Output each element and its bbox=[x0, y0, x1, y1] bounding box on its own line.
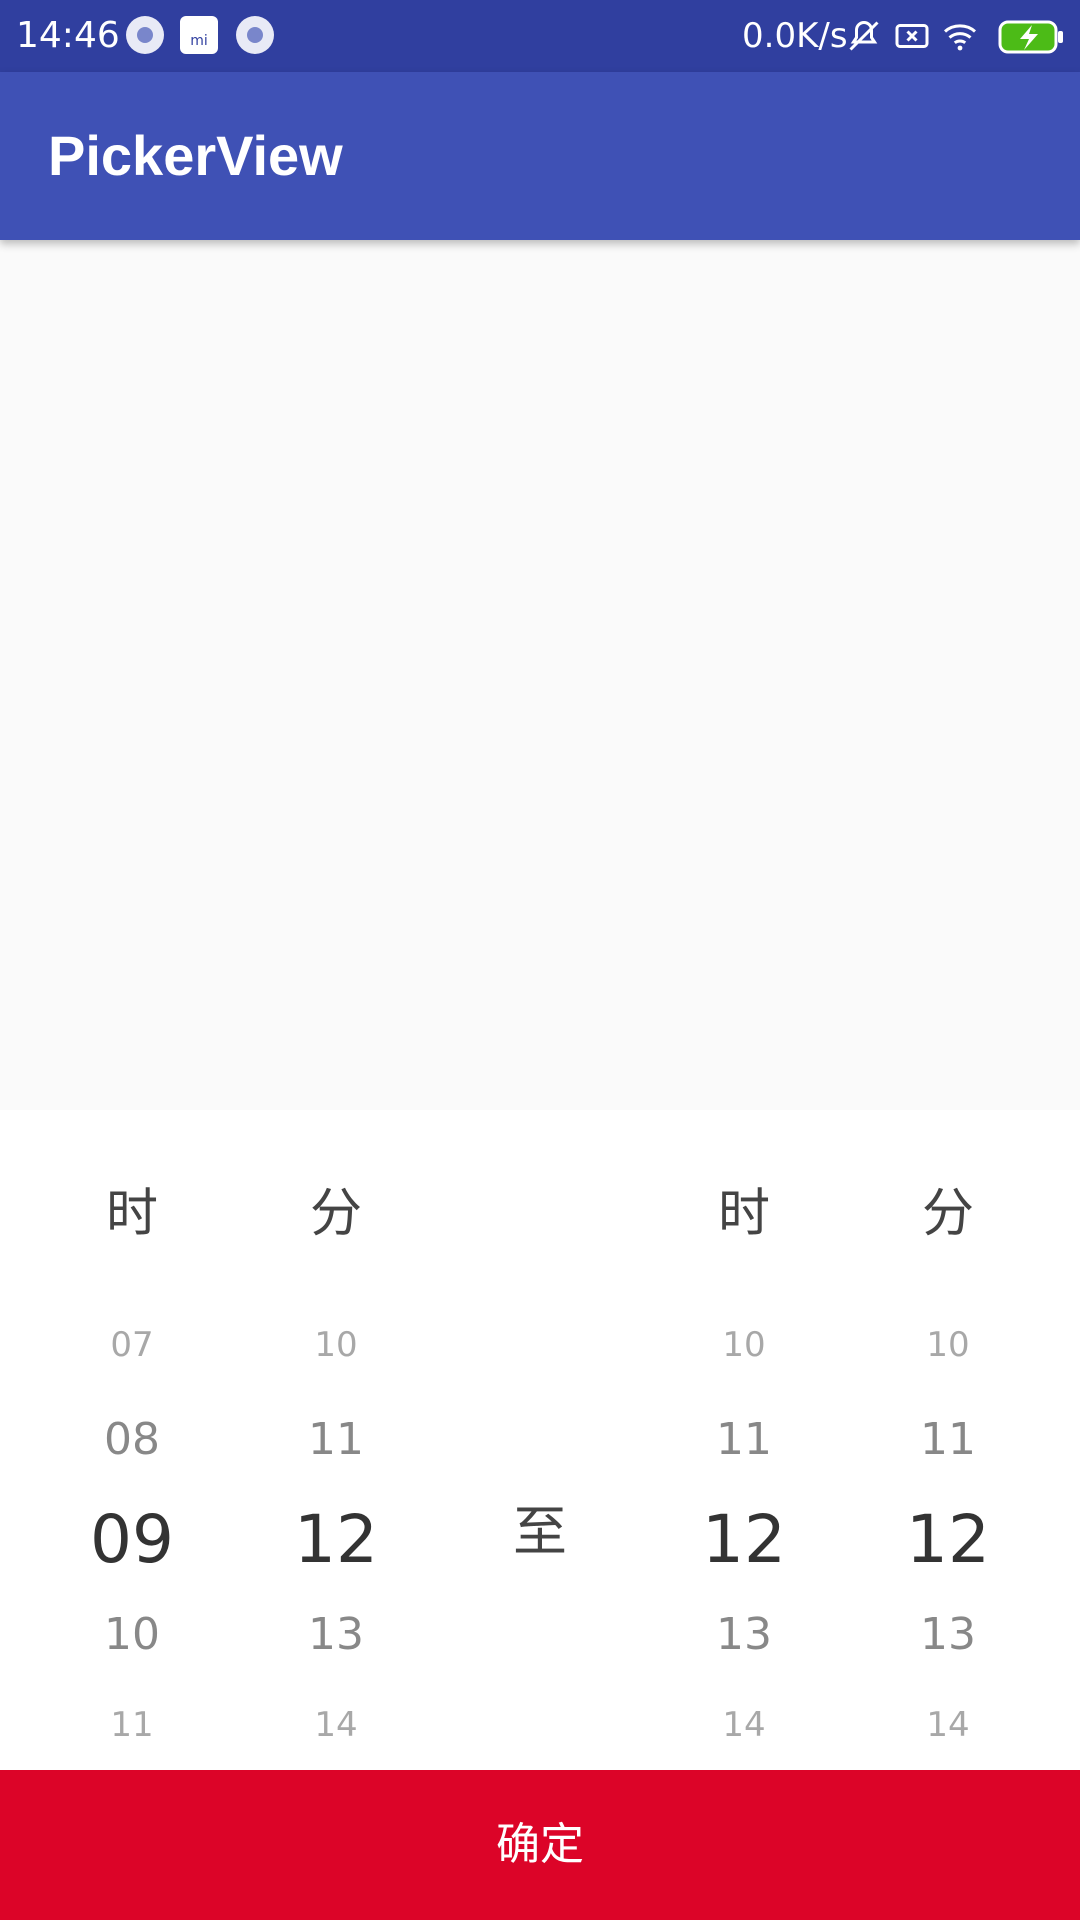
notification-dot-icon-2 bbox=[236, 16, 274, 54]
wheel-item[interactable]: 11 bbox=[234, 1410, 438, 1470]
wifi-icon bbox=[943, 24, 977, 51]
hour-unit-label: 时 bbox=[105, 1184, 158, 1244]
status-bar: 14:46 mi 0.0K/s bbox=[0, 0, 1080, 72]
wheel-item[interactable]: 07 bbox=[30, 1320, 234, 1370]
range-separator: 至 bbox=[513, 1500, 567, 1563]
wheel-item[interactable]: 13 bbox=[846, 1605, 1050, 1665]
confirm-button[interactable]: 确定 bbox=[0, 1770, 1080, 1920]
app-title: PickerView bbox=[48, 124, 343, 187]
wheel-item[interactable]: 10 bbox=[234, 1320, 438, 1370]
hour-unit-label: 时 bbox=[717, 1184, 770, 1244]
minute-unit-label: 分 bbox=[309, 1184, 362, 1244]
wheel-item[interactable]: 11 bbox=[642, 1410, 846, 1470]
wheel-item[interactable]: 10 bbox=[30, 1605, 234, 1665]
wheel-item[interactable]: 10 bbox=[846, 1320, 1050, 1370]
wheel-item[interactable]: 08 bbox=[30, 1410, 234, 1470]
notification-dot-icon bbox=[126, 16, 164, 54]
selected-wheel-item[interactable]: 09 bbox=[30, 1500, 234, 1580]
mute-bell-icon bbox=[849, 20, 879, 51]
time-range-picker: 时 07 08 09 10 11 分 10 11 12 13 14 时 10 1… bbox=[0, 1110, 1080, 1770]
selected-wheel-item[interactable]: 12 bbox=[846, 1500, 1050, 1580]
battery-charging-icon bbox=[998, 20, 1063, 54]
wheel-item[interactable]: 11 bbox=[846, 1410, 1050, 1470]
wheel-item[interactable]: 13 bbox=[642, 1605, 846, 1665]
wheel-item[interactable]: 10 bbox=[642, 1320, 846, 1370]
network-speed: 0.0K/s bbox=[742, 16, 848, 56]
wheel-item[interactable]: 14 bbox=[234, 1700, 438, 1750]
selected-wheel-item[interactable]: 12 bbox=[234, 1500, 438, 1580]
wheel-item[interactable]: 14 bbox=[642, 1700, 846, 1750]
status-time: 14:46 bbox=[16, 15, 120, 56]
minute-unit-label: 分 bbox=[921, 1184, 974, 1244]
wheel-item[interactable]: 14 bbox=[846, 1700, 1050, 1750]
no-sim-icon bbox=[895, 24, 929, 48]
selected-wheel-item[interactable]: 12 bbox=[642, 1500, 846, 1580]
app-bar: PickerView bbox=[0, 72, 1080, 240]
wheel-item[interactable]: 13 bbox=[234, 1605, 438, 1665]
wheel-item[interactable]: 11 bbox=[30, 1700, 234, 1750]
mi-store-icon: mi bbox=[180, 16, 218, 54]
